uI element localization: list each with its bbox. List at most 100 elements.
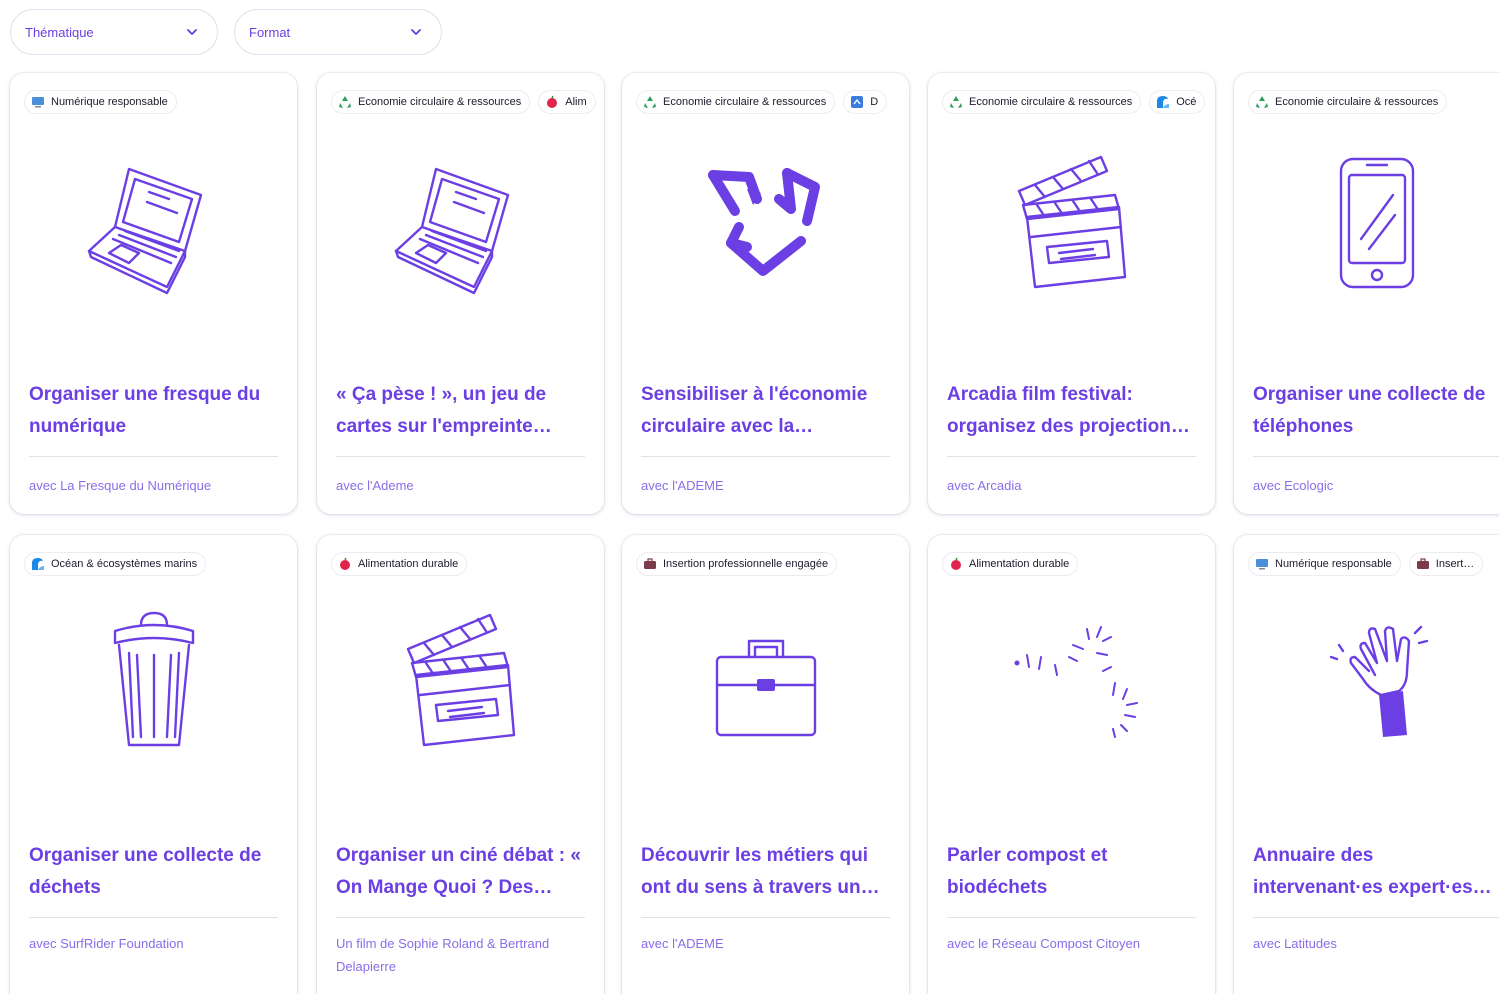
tag-list: Alimentation durable [331, 552, 604, 576]
recycle-icon [1255, 95, 1269, 109]
activity-card[interactable]: Economie circulaire & ressources D Sensibi… [622, 73, 909, 514]
wave-icon [31, 557, 45, 571]
recycle-icon [338, 95, 352, 109]
tag-list: Insertion professionnelle engagée [636, 552, 909, 576]
theme-tag: Numérique responsable [1248, 552, 1401, 576]
tag-list: Economie circulaire & ressources D [636, 90, 909, 114]
divider [641, 917, 890, 918]
card-title[interactable]: Annuaire des intervenant·es expert·es… [1253, 840, 1499, 904]
smartphone-icon [1234, 147, 1499, 297]
briefcase-icon [643, 557, 657, 571]
theme-tag: Océan & écosystèmes marins [24, 552, 207, 576]
tag-list: Alimentation durable [942, 552, 1215, 576]
computer-screen-icon [31, 95, 45, 109]
activity-card[interactable]: Alimentation durable Parler compost et bi… [928, 535, 1215, 994]
card-title[interactable]: Arcadia film festival: organisez des pro… [947, 379, 1199, 443]
tag-label: Insertion professionnelle engagée [663, 558, 829, 570]
tag-list: Economie circulaire & ressources [1248, 90, 1499, 114]
wave-icon [1156, 95, 1170, 109]
activity-card[interactable]: Numérique responsable Organiser une fresq… [10, 73, 297, 514]
theme-tag: Insertion professionnelle engagée [636, 552, 838, 576]
card-title[interactable]: Parler compost et biodéchets [947, 840, 1199, 904]
card-author: avec le Réseau Compost Citoyen [947, 936, 1140, 951]
theme-tag: Economie circulaire & ressources [942, 90, 1142, 114]
waving-hand-icon [1234, 605, 1499, 755]
tag-label: Océ [1176, 96, 1197, 108]
tag-label: Economie circulaire & ressources [663, 96, 827, 108]
divider [1253, 456, 1499, 457]
divider [336, 456, 585, 457]
tag-label: Alimentation durable [969, 558, 1070, 570]
recycle-icon [643, 95, 657, 109]
theme-tag: Alim [538, 90, 596, 114]
computer-screen-icon [1255, 557, 1269, 571]
activity-card[interactable]: Alimentation durable Organiser un ciné dé… [317, 535, 604, 994]
chevron-down-icon [411, 29, 421, 35]
divider [336, 917, 585, 918]
activity-card[interactable]: Océan & écosystèmes marins Organiser une … [10, 535, 297, 994]
tag-list: Numérique responsable Insert… [1248, 552, 1499, 576]
divider [29, 456, 278, 457]
activity-card[interactable]: Numérique responsable Insert… Annuaire des… [1234, 535, 1499, 994]
tag-label: Océan & écosystèmes marins [51, 558, 198, 570]
laptop-icon [317, 147, 604, 297]
card-author: avec l'ADEME [641, 936, 724, 951]
tag-list: Océan & écosystèmes marins [24, 552, 297, 576]
briefcase-icon [1416, 557, 1430, 571]
theme-tag: Economie circulaire & ressources [331, 90, 531, 114]
card-title[interactable]: « Ça pèse ! », un jeu de cartes sur l'em… [336, 379, 588, 443]
divider [29, 917, 278, 918]
divider [947, 456, 1196, 457]
theme-tag: Economie circulaire & ressources [1248, 90, 1448, 114]
theme-tag: Economie circulaire & ressources [636, 90, 836, 114]
divider [641, 456, 890, 457]
tag-label: Numérique responsable [1275, 558, 1392, 570]
theme-tag: D [843, 90, 888, 114]
tag-label: Insert… [1435, 558, 1475, 570]
card-author: avec Latitudes [1253, 936, 1337, 951]
blue-square-icon [850, 95, 864, 109]
recycle-arrows-icon [622, 147, 909, 297]
recycle-icon [949, 95, 963, 109]
activity-card[interactable]: Economie circulaire & ressources Océ Arcad… [928, 73, 1215, 514]
thematique-dropdown[interactable]: Thématique [10, 9, 218, 55]
filter-bar: Thématique Format [10, 9, 442, 55]
card-title[interactable]: Organiser une collecte de déchets [29, 840, 281, 904]
tag-label: D [870, 96, 879, 108]
chevron-down-icon [187, 29, 197, 35]
theme-tag: Alimentation durable [331, 552, 468, 576]
tag-label: Economie circulaire & ressources [1275, 96, 1439, 108]
apple-icon [338, 557, 352, 571]
format-dropdown[interactable]: Format [234, 9, 442, 55]
tag-label: Alim [565, 96, 587, 108]
activity-card[interactable]: Insertion professionnelle engagée Découvr… [622, 535, 909, 994]
card-title[interactable]: Sensibiliser à l'économie circulaire ave… [641, 379, 893, 443]
toolbox-icon [622, 605, 909, 755]
card-author: avec SurfRider Foundation [29, 936, 184, 951]
thematique-label: Thématique [25, 24, 94, 40]
theme-tag: Océ [1149, 90, 1206, 114]
tag-label: Economie circulaire & ressources [358, 96, 522, 108]
card-title[interactable]: Organiser une collecte de téléphones [1253, 379, 1499, 443]
card-title[interactable]: Découvrir les métiers qui ont du sens à … [641, 840, 893, 904]
laptop-icon [10, 147, 297, 297]
apple-icon [545, 95, 559, 109]
clapperboard-icon [928, 147, 1215, 297]
card-title[interactable]: Organiser une fresque du numérique [29, 379, 281, 443]
tag-label: Economie circulaire & ressources [969, 96, 1133, 108]
activity-card[interactable]: Economie circulaire & ressources Organise… [1234, 73, 1499, 514]
tag-label: Numérique responsable [51, 96, 168, 108]
theme-tag: Numérique responsable [24, 90, 177, 114]
apple-icon [949, 557, 963, 571]
activity-card[interactable]: Economie circulaire & ressources Alim « Ça… [317, 73, 604, 514]
theme-tag: Insert… [1408, 552, 1484, 576]
tag-list: Numérique responsable [24, 90, 297, 114]
card-author: avec Arcadia [947, 478, 1022, 493]
card-author: avec Ecologic [1253, 478, 1334, 493]
tag-label: Alimentation durable [358, 558, 459, 570]
clapperboard-icon [317, 605, 604, 755]
card-title[interactable]: Organiser un ciné débat : « On Mange Quo… [336, 840, 588, 904]
card-author: Un film de Sophie Roland & Bertrand Dela… [336, 936, 550, 974]
divider [947, 917, 1196, 918]
card-author: avec l'ADEME [641, 478, 724, 493]
